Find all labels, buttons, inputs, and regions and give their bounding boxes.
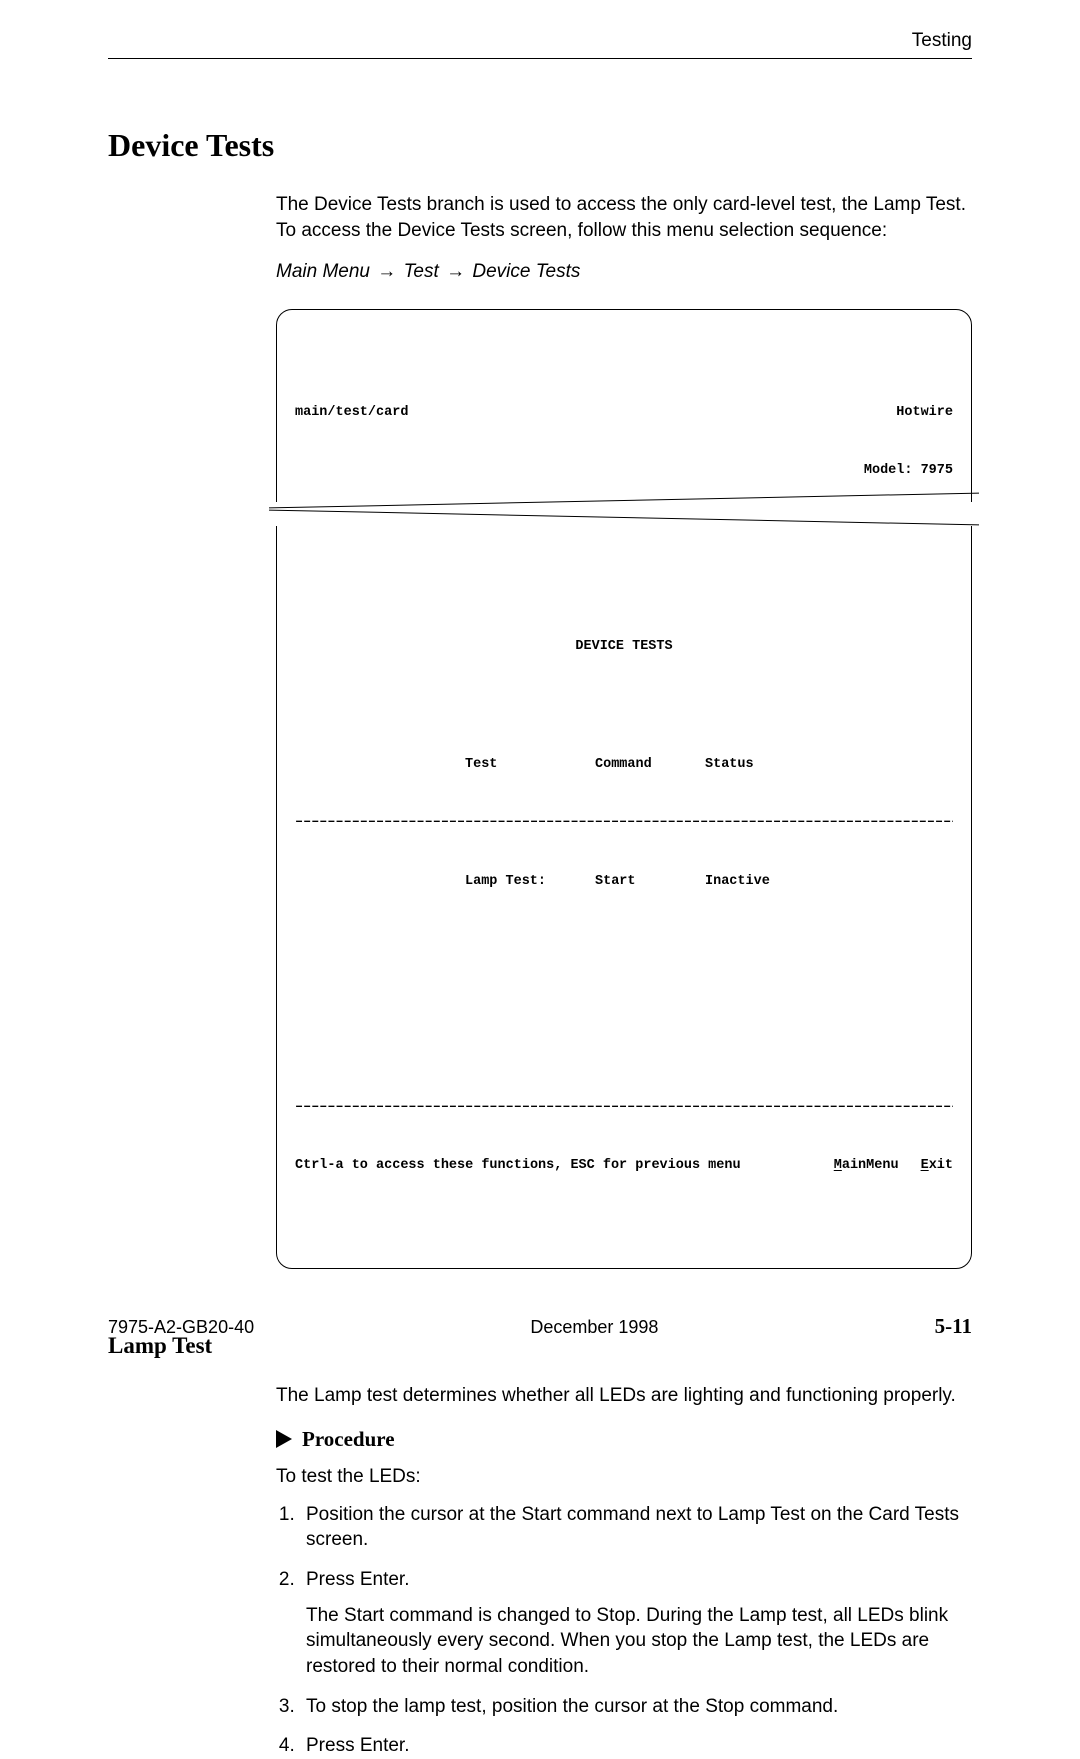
terminal-page-break (275, 502, 973, 526)
step-3: To stop the lamp test, position the curs… (300, 1694, 972, 1720)
arrow-icon: → (375, 261, 398, 282)
crumb-main: Main Menu (276, 261, 370, 282)
lamp-description: The Lamp test determines whether all LED… (276, 1383, 972, 1409)
footer-doc-id: 7975-A2-GB20-40 (108, 1317, 254, 1338)
intro-paragraph: The Device Tests branch is used to acces… (276, 192, 972, 243)
page-footer: 7975-A2-GB20-40 December 1998 5-11 (108, 1314, 972, 1339)
terminal-hint: Ctrl-a to access these functions, ESC fo… (295, 1156, 741, 1176)
terminal-dash-bottom: ––––––––––––––––––––––––––––––––––––––––… (295, 1098, 953, 1118)
header-rule-wrap (108, 58, 972, 59)
procedure-steps: Position the cursor at the Start command… (276, 1502, 972, 1759)
heading-device-tests: Device Tests (108, 127, 972, 164)
terminal-brand: Hotwire (896, 403, 953, 423)
step-1: Position the cursor at the Start command… (300, 1502, 972, 1553)
terminal-table-header: TestCommandStatus (295, 755, 953, 775)
header-rule (108, 58, 972, 59)
header-section-label: Testing (108, 30, 972, 52)
arrow-icon: → (444, 261, 467, 282)
step-2-detail: The Start command is changed to Stop. Du… (306, 1603, 972, 1680)
terminal-box: main/test/card Hotwire Model: 7975 DEVIC… (276, 309, 972, 1269)
procedure-heading-row: Procedure (276, 1427, 972, 1452)
procedure-instruction: To test the LEDs: (276, 1466, 972, 1488)
terminal-dash-top: ––––––––––––––––––––––––––––––––––––––––… (295, 813, 953, 833)
terminal-path: main/test/card (295, 403, 408, 423)
terminal-table-row: Lamp Test:StartInactive (295, 872, 953, 892)
footer-page-number: 5-11 (935, 1314, 972, 1339)
step-4: Press Enter. (300, 1733, 972, 1759)
triangle-right-icon (276, 1430, 292, 1448)
terminal-exit: Exit (921, 1156, 953, 1176)
procedure-label: Procedure (302, 1427, 395, 1452)
crumb-test: Test (404, 261, 439, 282)
terminal-bottom: ––––––––––––––––––––––––––––––––––––––––… (295, 1059, 953, 1216)
terminal-top: main/test/card Hotwire Model: 7975 DEVIC… (295, 363, 953, 930)
step-2: Press Enter. The Start command is change… (300, 1567, 972, 1680)
terminal-model: Model: 7975 (864, 461, 953, 481)
crumb-device: Device Tests (472, 261, 580, 282)
terminal-screenshot: main/test/card Hotwire Model: 7975 DEVIC… (276, 309, 972, 1269)
terminal-footer: Ctrl-a to access these functions, ESC fo… (295, 1156, 953, 1176)
intro-block: The Device Tests branch is used to acces… (276, 192, 972, 283)
footer-date: December 1998 (530, 1317, 658, 1338)
menu-breadcrumb: Main Menu → Test → Device Tests (276, 261, 972, 283)
terminal-title: DEVICE TESTS (295, 637, 953, 657)
terminal-mainmenu: MainMenu (834, 1156, 899, 1176)
page: Testing Device Tests The Device Tests br… (0, 0, 1080, 1397)
lamp-block: The Lamp test determines whether all LED… (276, 1383, 972, 1759)
